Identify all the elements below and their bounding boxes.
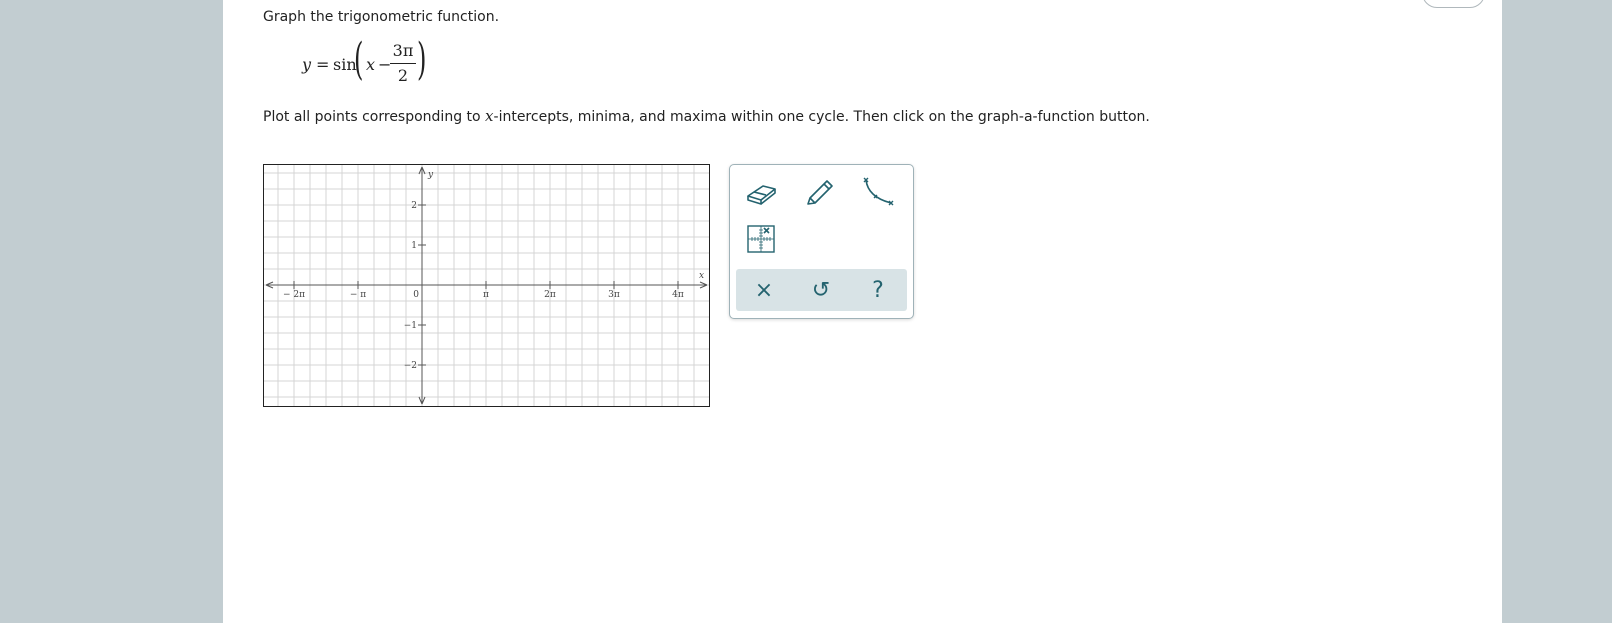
action-bar: × ↺ ? bbox=[736, 269, 907, 311]
eraser-tool[interactable] bbox=[743, 173, 781, 211]
y-tick-label: 1 bbox=[411, 241, 417, 251]
help-button[interactable]: ? bbox=[861, 273, 895, 307]
plot-instruction: Plot all points corresponding to x-inter… bbox=[263, 107, 1150, 125]
x-tick-label: 4π bbox=[672, 290, 684, 300]
equation-lhs: y bbox=[302, 55, 312, 74]
fraction-numerator: 3π bbox=[392, 41, 414, 60]
x-tick-label: 2π bbox=[544, 290, 556, 300]
graph-toolbox: × ↺ ? bbox=[729, 164, 914, 319]
y-axis-label: y bbox=[427, 170, 434, 180]
y-tick-label: −2 bbox=[404, 361, 417, 371]
x-tick-label: π bbox=[483, 290, 489, 300]
fraction-bar bbox=[390, 63, 416, 64]
grid-point-icon bbox=[747, 225, 775, 253]
pencil-tool[interactable] bbox=[801, 171, 839, 209]
question-instruction: Graph the trigonometric function. bbox=[263, 9, 500, 25]
clear-all-button[interactable]: × bbox=[747, 273, 781, 307]
equation-equals: = bbox=[316, 55, 330, 74]
graph-a-function-tool[interactable] bbox=[859, 173, 897, 211]
top-right-button[interactable] bbox=[1422, 0, 1485, 8]
left-paren: ( bbox=[354, 34, 364, 85]
x-tick-label: 3π bbox=[608, 290, 620, 300]
undo-button[interactable]: ↺ bbox=[804, 273, 838, 307]
x-tick-label: − 2π bbox=[283, 290, 305, 300]
pencil-icon bbox=[807, 180, 833, 205]
right-paren: ) bbox=[417, 34, 427, 85]
graph-svg[interactable]: − 2π − π 0 π 2π 3π 4π 2 1 −1 −2 x y bbox=[264, 165, 709, 406]
y-tick-label: −1 bbox=[404, 321, 417, 331]
x-tick-label: 0 bbox=[413, 290, 419, 300]
x-axis-label: x bbox=[699, 271, 704, 281]
equation-var: x bbox=[366, 55, 376, 74]
eraser-icon bbox=[747, 185, 776, 205]
graph-area[interactable]: − 2π − π 0 π 2π 3π 4π 2 1 −1 −2 x y bbox=[263, 164, 710, 407]
x-tick-label: − π bbox=[350, 290, 366, 300]
y-tick-label: 2 bbox=[411, 201, 417, 211]
point-tool[interactable] bbox=[742, 220, 780, 258]
curve-icon bbox=[863, 177, 894, 206]
fraction-denominator: 2 bbox=[397, 66, 409, 85]
